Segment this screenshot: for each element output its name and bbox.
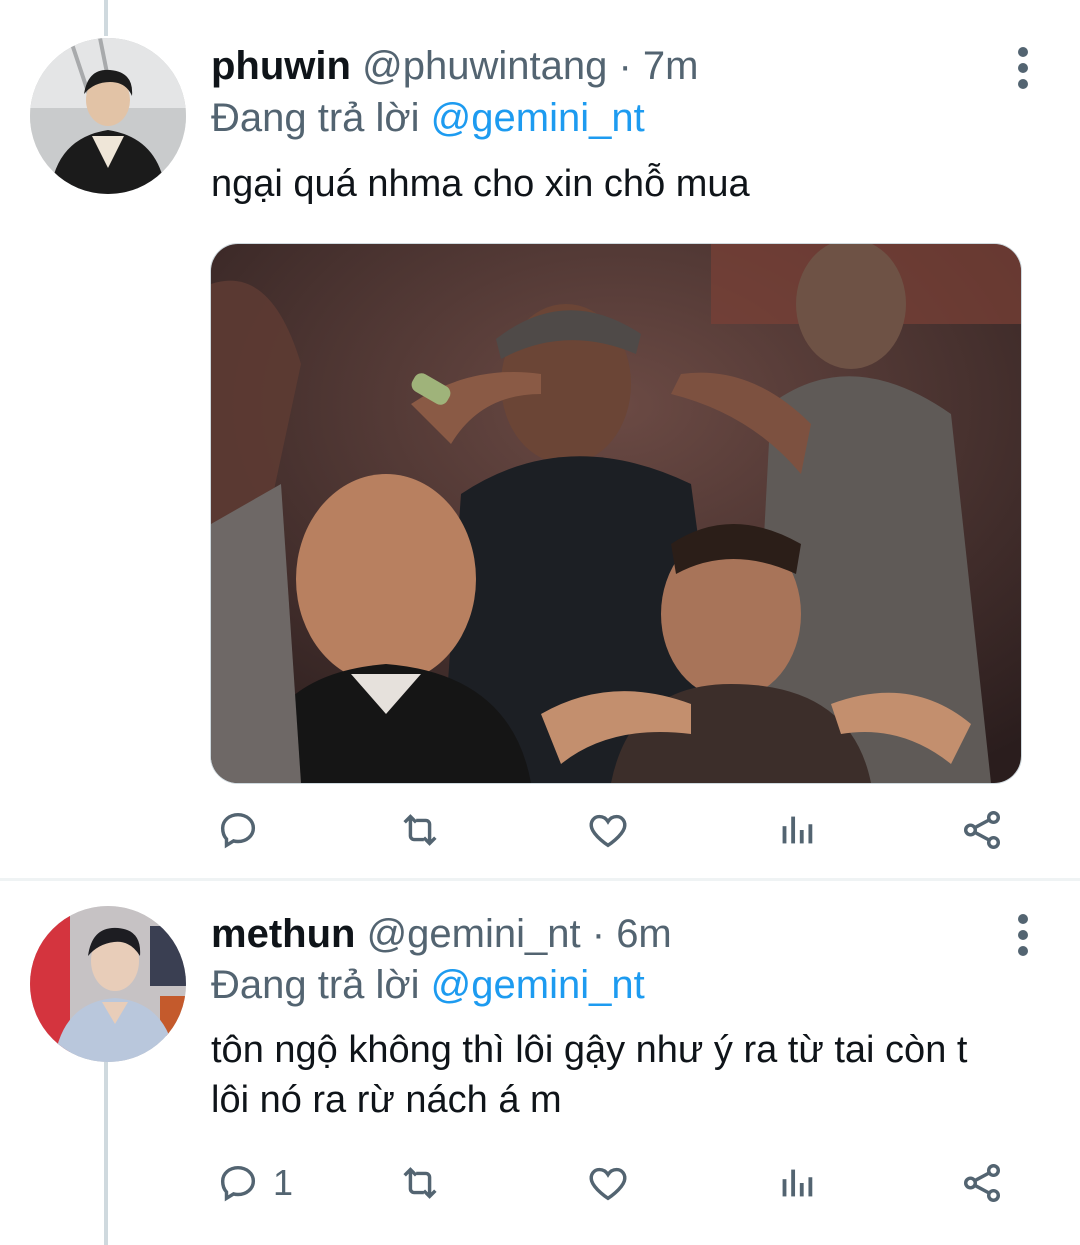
tweet-header: methun @gemini_nt · 6m	[211, 910, 672, 958]
separator: ·	[591, 912, 606, 956]
tweet-text-line: lôi nó ra rừ nách á m	[211, 1079, 562, 1121]
like-icon	[589, 814, 627, 848]
retweet-icon	[403, 1167, 437, 1199]
reply-count: 1	[273, 1162, 294, 1203]
more-vertical-icon[interactable]	[1016, 914, 1030, 956]
tweet-text-line: tôn ngộ không thì lôi gậy như ý ra từ ta…	[211, 1029, 968, 1071]
display-name[interactable]: phuwin	[211, 44, 351, 88]
tweet-text: ngại quá nhma cho xin chỗ mua	[211, 163, 750, 205]
username[interactable]: @gemini_nt	[367, 912, 581, 956]
retweet-icon	[403, 814, 437, 846]
share-icon	[963, 1164, 1001, 1202]
tweet-header: phuwin @phuwintang · 7m	[211, 42, 698, 90]
display-name[interactable]: methun	[211, 912, 355, 956]
reply-context: Đang trả lời @gemini_nt	[211, 961, 645, 1009]
analytics-button[interactable]	[773, 1153, 819, 1213]
tweet-phuwin[interactable]: phuwin @phuwintang · 7m Đang trả lời @ge…	[0, 0, 1080, 878]
reply-button[interactable]: 1	[215, 1153, 293, 1213]
share-icon	[963, 811, 1001, 849]
reply-prefix: Đang trả lời	[211, 96, 420, 140]
reply-button[interactable]	[215, 800, 273, 860]
share-button[interactable]	[959, 800, 1005, 860]
reply-icon	[220, 812, 256, 849]
reply-context: Đang trả lời @gemini_nt	[211, 94, 645, 142]
more-vertical-icon[interactable]	[1016, 47, 1030, 89]
like-icon	[589, 1167, 627, 1201]
analytics-icon	[782, 1169, 813, 1197]
tweet-text: tôn ngộ không thì lôi gậy như ý ra từ ta…	[211, 1025, 1051, 1125]
timestamp[interactable]: 7m	[643, 44, 699, 88]
analytics-icon	[782, 816, 813, 844]
username[interactable]: @phuwintang	[362, 44, 607, 88]
analytics-button[interactable]	[773, 800, 819, 860]
timestamp[interactable]: 6m	[616, 912, 672, 956]
avatar[interactable]	[30, 38, 186, 194]
reply-prefix: Đang trả lời	[211, 963, 420, 1007]
reply-icon	[220, 1165, 256, 1202]
separator: ·	[618, 44, 632, 88]
retweet-button[interactable]	[397, 1153, 443, 1213]
like-button[interactable]	[585, 1153, 631, 1213]
like-button[interactable]	[585, 800, 631, 860]
reply-mention-link[interactable]: @gemini_nt	[431, 96, 645, 140]
tweet-actions: 1	[211, 1153, 1021, 1213]
tweet-methun[interactable]: methun @gemini_nt · 6m Đang trả lời @gem…	[0, 881, 1080, 1245]
retweet-button[interactable]	[397, 800, 443, 860]
share-button[interactable]	[959, 1153, 1005, 1213]
tweet-actions	[211, 800, 1021, 860]
tweet-image[interactable]	[210, 243, 1022, 784]
avatar[interactable]	[30, 906, 186, 1062]
reply-mention-link[interactable]: @gemini_nt	[431, 963, 645, 1007]
